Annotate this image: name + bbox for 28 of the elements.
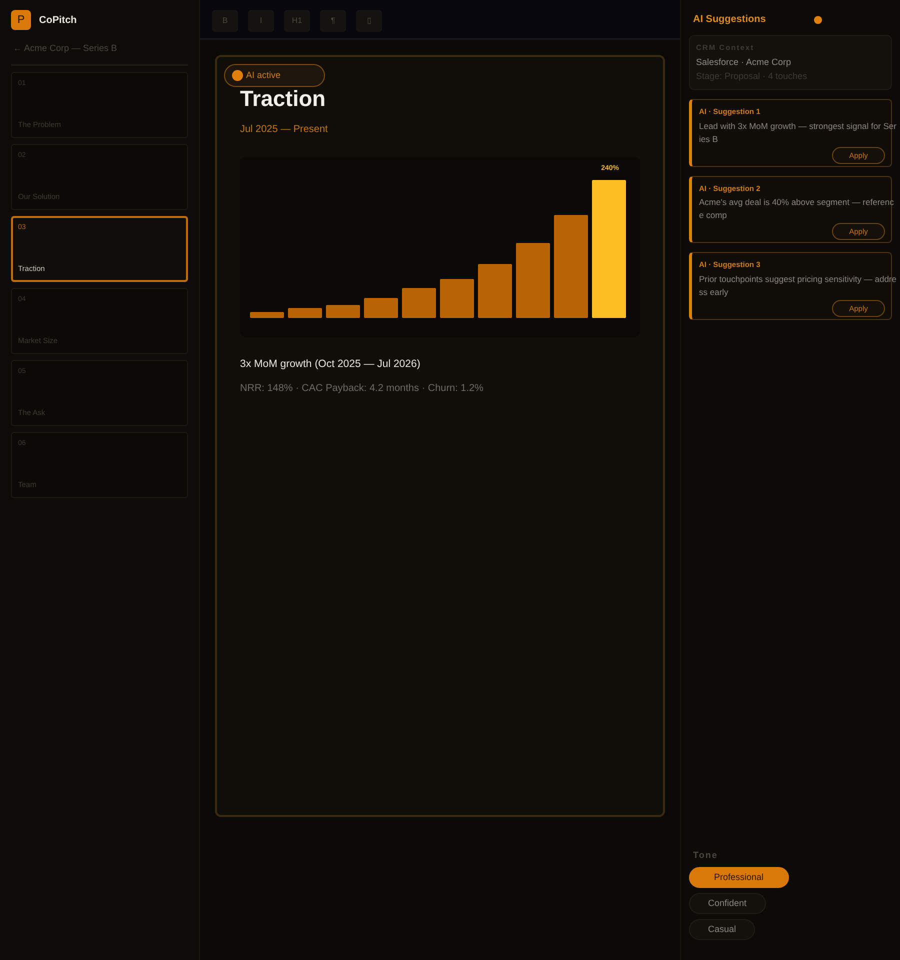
tone-heading: Tone [693,848,719,862]
chart-bar [440,279,474,318]
panel-title: AI Suggestions [693,13,766,27]
tone-option[interactable]: Confident [689,893,766,914]
slide-heading: Traction [240,88,327,110]
app-logo: P [11,10,31,30]
format-button[interactable]: ¶ [320,10,346,32]
chart-bar [478,264,512,318]
suggestion-text: Acme's avg deal is 40% above segment — reference comp [699,196,895,222]
app-name: CoPitch [39,14,77,28]
metrics-text: NRR: 148% · CAC Payback: 4.2 months · Churn: 1.2% [240,382,484,396]
status-dot-icon [814,16,822,24]
badge-label: AI active [246,68,281,82]
chart-bar [250,312,284,318]
chart-bar [402,288,436,318]
chart-bar [326,305,360,318]
crm-source: Salesforce · Acme Corp [696,56,792,70]
tone-option[interactable]: Professional [689,867,789,888]
chart-caption: 3x MoM growth (Oct 2025 — Jul 2026) [240,357,422,372]
suggestion-text: Prior touchpoints suggest pricing sensitivity — address early [699,272,897,299]
status-dot-icon [232,70,243,81]
format-button[interactable]: ▯ [356,10,382,32]
chart-bar [288,308,322,318]
slide-subtitle: Jul 2025 — Present [240,123,329,137]
suggestion-text: Lead with 3x MoM growth — strongest signal for Series B [699,120,897,146]
back-link[interactable]: ← Acme Corp — Series B [11,30,188,66]
tone-option[interactable]: Casual [689,919,756,940]
chart-bar [364,298,398,318]
